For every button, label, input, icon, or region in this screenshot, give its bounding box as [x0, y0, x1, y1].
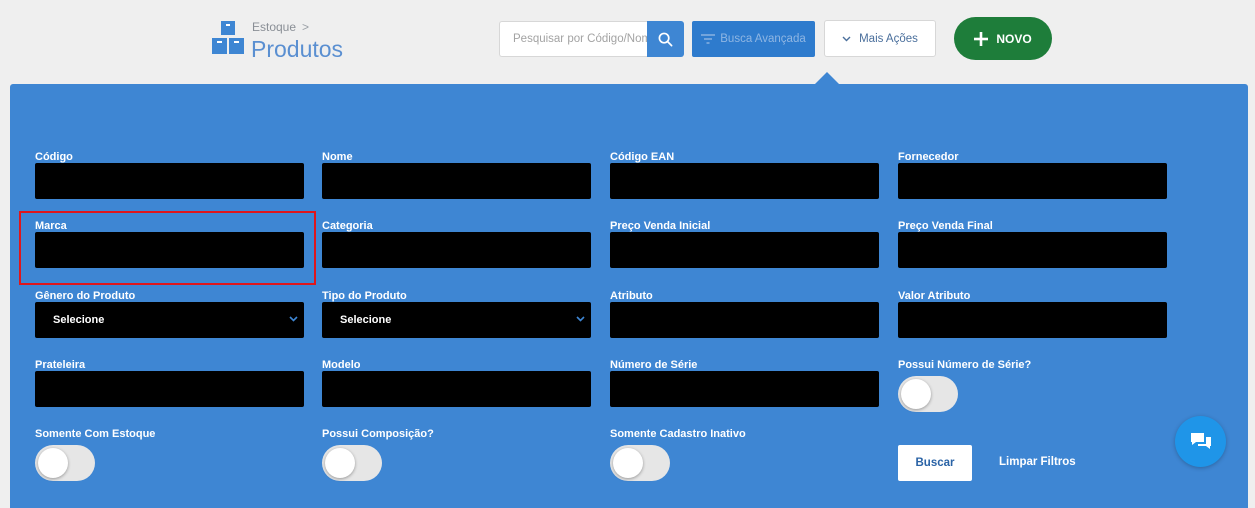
filter-label: Somente Cadastro Inativo	[610, 428, 746, 440]
codigo-input[interactable]	[35, 163, 304, 199]
possui-composicao-toggle[interactable]	[322, 445, 382, 481]
filter-label: Gênero do Produto	[35, 290, 136, 302]
clear-filters-link[interactable]: Limpar Filtros	[999, 456, 1076, 468]
marca-highlight-box	[19, 211, 316, 285]
filter-label: Tipo do Produto	[322, 290, 407, 302]
breadcrumb: Estoque >	[252, 20, 309, 34]
breadcrumb-parent[interactable]: Estoque	[252, 20, 296, 34]
nome-input[interactable]	[322, 163, 591, 199]
plus-icon	[974, 31, 989, 46]
genero-selected-value: Selecione	[53, 314, 105, 326]
filter-label: Possui Número de Série?	[898, 359, 1032, 371]
toggle-knob	[901, 379, 931, 409]
breadcrumb-separator: >	[302, 20, 310, 34]
chat-button[interactable]	[1175, 416, 1226, 467]
new-product-label: NOVO	[996, 31, 1032, 46]
filter-label: Código	[35, 151, 73, 163]
genero-select[interactable]: Selecione	[35, 302, 304, 338]
toggle-knob	[38, 448, 68, 478]
filter-label: Valor Atributo	[898, 290, 971, 302]
advanced-search-label: Busca Avançada	[720, 33, 806, 45]
valor-atributo-input[interactable]	[898, 302, 1167, 338]
filter-label: Somente Com Estoque	[35, 428, 156, 440]
tipo-selected-value: Selecione	[340, 314, 392, 326]
atributo-input[interactable]	[610, 302, 879, 338]
filter-label: Número de Série	[610, 359, 698, 371]
filter-label: Código EAN	[610, 151, 675, 163]
fornecedor-input[interactable]	[898, 163, 1167, 199]
search-input[interactable]	[499, 21, 648, 57]
page-title: Produtos	[251, 36, 344, 62]
chevron-down-icon	[842, 36, 851, 41]
codigo-ean-input[interactable]	[610, 163, 879, 199]
filter-label: Preço Venda Final	[898, 220, 993, 232]
advanced-search-button[interactable]: Busca Avançada	[692, 21, 815, 57]
modelo-input[interactable]	[322, 371, 591, 407]
chevron-down-icon	[576, 316, 585, 322]
filter-label: Categoria	[322, 220, 373, 232]
chevron-down-icon	[289, 316, 298, 322]
somente-inativo-toggle[interactable]	[610, 445, 670, 481]
panel-pointer	[815, 72, 839, 84]
filter-icon	[701, 34, 716, 44]
filter-label: Fornecedor	[898, 151, 959, 163]
numero-serie-input[interactable]	[610, 371, 879, 407]
prateleira-input[interactable]	[35, 371, 304, 407]
more-actions-label: Mais Ações	[859, 32, 918, 45]
chat-icon	[1190, 432, 1211, 449]
filter-label: Preço Venda Inicial	[610, 220, 711, 232]
possui-numero-serie-toggle[interactable]	[898, 376, 958, 412]
toggle-knob	[613, 448, 643, 478]
categoria-input[interactable]	[322, 232, 591, 268]
toggle-knob	[325, 448, 355, 478]
somente-estoque-toggle[interactable]	[35, 445, 95, 481]
filter-label: Possui Composição?	[322, 428, 434, 440]
filter-label: Atributo	[610, 290, 653, 302]
preco-inicial-input[interactable]	[610, 232, 879, 268]
search-icon	[658, 32, 673, 46]
search-button[interactable]	[647, 21, 684, 57]
more-actions-button[interactable]: Mais Ações	[824, 20, 936, 57]
preco-final-input[interactable]	[898, 232, 1167, 268]
boxes-icon	[212, 21, 244, 54]
tipo-select[interactable]: Selecione	[322, 302, 591, 338]
new-product-button[interactable]: NOVO	[954, 17, 1052, 60]
filter-label: Modelo	[322, 359, 361, 371]
filter-label: Prateleira	[35, 359, 86, 371]
page-header: Estoque > Produtos Busca Avançada Mais Aç…	[0, 0, 1255, 84]
filter-label: Nome	[322, 151, 353, 163]
buscar-button[interactable]: Buscar	[898, 445, 972, 481]
